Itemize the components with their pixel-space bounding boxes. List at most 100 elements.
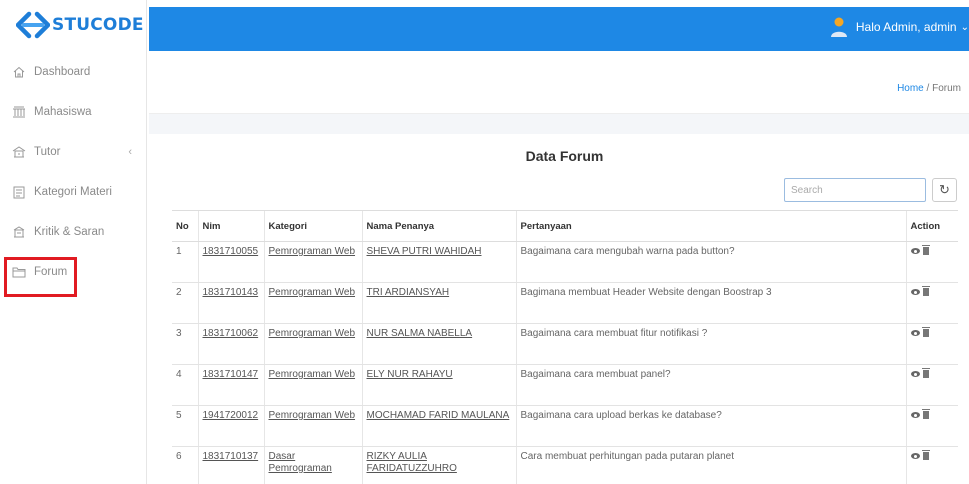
cell-no: 5 bbox=[172, 405, 198, 447]
breadcrumb: Home / Forum bbox=[897, 83, 961, 94]
user-avatar-icon bbox=[830, 17, 847, 37]
sidebar-item-mahasiswa[interactable]: Mahasiswa bbox=[0, 92, 146, 132]
breadcrumb-home-link[interactable]: Home bbox=[897, 83, 924, 94]
cell-pertanyaan: Bagaimana cara membuat fitur notifikasi … bbox=[515, 323, 906, 365]
view-icon[interactable] bbox=[910, 371, 920, 377]
view-icon[interactable] bbox=[910, 330, 920, 336]
cell-kategori[interactable]: Dasar Pemrograman bbox=[263, 446, 362, 484]
trash-icon[interactable] bbox=[921, 245, 930, 255]
cell-nim[interactable]: 1831710137 bbox=[197, 446, 264, 484]
feedback-icon bbox=[13, 226, 25, 238]
table-row: 1 1831710055 Pemrograman Web SHEVA PUTRI… bbox=[172, 241, 958, 283]
cell-action bbox=[905, 241, 958, 283]
cell-kategori[interactable]: Pemrograman Web bbox=[263, 323, 362, 365]
sidebar-item-label: Kategori Materi bbox=[34, 186, 112, 198]
trash-icon[interactable] bbox=[921, 327, 930, 337]
chevron-down-icon: ⌄ bbox=[960, 21, 969, 33]
logo[interactable]: STUCODE bbox=[0, 0, 146, 50]
sidebar-item-label: Forum bbox=[34, 266, 68, 278]
view-icon[interactable] bbox=[910, 453, 920, 459]
cell-nama[interactable]: TRI ARDIANSYAH bbox=[361, 282, 516, 324]
cell-kategori[interactable]: Pemrograman Web bbox=[263, 405, 362, 447]
logo-mark-icon bbox=[16, 11, 50, 39]
cell-action bbox=[905, 364, 958, 406]
sidebar-nav: Dashboard Mahasiswa Tutor ‹ Kategori Mat… bbox=[0, 52, 146, 292]
refresh-button[interactable]: ↻ bbox=[932, 178, 957, 202]
table-row: 2 1831710143 Pemrograman Web TRI ARDIANS… bbox=[172, 282, 958, 324]
trash-icon[interactable] bbox=[921, 409, 930, 419]
view-icon[interactable] bbox=[910, 248, 920, 254]
view-icon[interactable] bbox=[910, 289, 920, 295]
cell-nim[interactable]: 1831710147 bbox=[197, 364, 264, 406]
cell-no: 2 bbox=[172, 282, 198, 324]
column-header-action: Action bbox=[905, 210, 958, 242]
column-header-no[interactable]: No bbox=[172, 210, 198, 242]
chevron-left-icon[interactable]: ‹ bbox=[128, 146, 132, 158]
calendar-icon bbox=[13, 186, 25, 199]
breadcrumb-current: Forum bbox=[932, 83, 961, 94]
user-menu[interactable]: Halo Admin, admin ⌄ bbox=[830, 16, 969, 38]
search-input[interactable] bbox=[784, 178, 926, 202]
cell-nama[interactable]: SHEVA PUTRI WAHIDAH bbox=[361, 241, 516, 283]
sidebar-item-dashboard[interactable]: Dashboard bbox=[0, 52, 146, 92]
cell-nim[interactable]: 1831710062 bbox=[197, 323, 264, 365]
table-header-row: No Nim Kategori Nama Penanya Pertanyaan … bbox=[172, 210, 958, 242]
cell-no: 3 bbox=[172, 323, 198, 365]
table-row: 6 1831710137 Dasar Pemrograman RIZKY AUL… bbox=[172, 446, 958, 484]
cell-pertanyaan: Bagaimana cara mengubah warna pada butto… bbox=[515, 241, 906, 283]
cell-nama[interactable]: MOCHAMAD FARID MAULANA bbox=[361, 405, 516, 447]
column-header-nama-penanya[interactable]: Nama Penanya bbox=[361, 210, 516, 242]
column-header-kategori[interactable]: Kategori bbox=[263, 210, 362, 242]
cell-no: 6 bbox=[172, 446, 198, 484]
page-title: Data Forum bbox=[525, 148, 604, 164]
topbar: Halo Admin, admin ⌄ bbox=[149, 7, 969, 51]
sidebar-item-tutor[interactable]: Tutor ‹ bbox=[0, 132, 146, 172]
cell-action bbox=[905, 446, 958, 484]
cell-pertanyaan: Bagaimana cara upload berkas ke database… bbox=[515, 405, 906, 447]
sidebar-item-label: Dashboard bbox=[34, 66, 91, 78]
cell-action bbox=[905, 282, 958, 324]
trash-icon[interactable] bbox=[921, 368, 930, 378]
forum-table: No Nim Kategori Nama Penanya Pertanyaan … bbox=[172, 210, 958, 484]
tutor-icon bbox=[12, 146, 26, 158]
cell-kategori[interactable]: Pemrograman Web bbox=[263, 282, 362, 324]
sidebar-item-label: Kritik & Saran bbox=[34, 226, 105, 238]
cell-pertanyaan: Bagaimana cara membuat panel? bbox=[515, 364, 906, 406]
sidebar-item-label: Tutor bbox=[34, 146, 61, 158]
column-header-pertanyaan[interactable]: Pertanyaan bbox=[515, 210, 906, 242]
cell-nim[interactable]: 1831710055 bbox=[197, 241, 264, 283]
content-gap bbox=[149, 114, 969, 134]
cell-kategori[interactable]: Pemrograman Web bbox=[263, 241, 362, 283]
trash-icon[interactable] bbox=[921, 286, 930, 296]
sidebar: STUCODE Dashboard Mahasiswa Tutor ‹ Kate… bbox=[0, 0, 147, 484]
sidebar-item-forum[interactable]: Forum bbox=[0, 252, 146, 292]
forum-card: Data Forum ↻ No Nim Kategori Nama Penany… bbox=[160, 134, 969, 484]
cell-nim[interactable]: 1941720012 bbox=[197, 405, 264, 447]
sidebar-item-kategori-materi[interactable]: Kategori Materi bbox=[0, 172, 146, 212]
students-icon bbox=[13, 106, 25, 118]
cell-no: 1 bbox=[172, 241, 198, 283]
column-header-nim[interactable]: Nim bbox=[197, 210, 264, 242]
cell-nama[interactable]: ELY NUR RAHAYU bbox=[361, 364, 516, 406]
sidebar-item-label: Mahasiswa bbox=[34, 106, 92, 118]
cell-nim[interactable]: 1831710143 bbox=[197, 282, 264, 324]
folder-icon bbox=[12, 267, 26, 278]
cell-pertanyaan: Bagimana membuat Header Website dengan B… bbox=[515, 282, 906, 324]
sidebar-item-kritik-saran[interactable]: Kritik & Saran bbox=[0, 212, 146, 252]
cell-no: 4 bbox=[172, 364, 198, 406]
cell-nama[interactable]: RIZKY AULIA FARIDATUZZUHRO bbox=[361, 446, 516, 484]
home-icon bbox=[13, 66, 25, 78]
cell-nama[interactable]: NUR SALMA NABELLA bbox=[361, 323, 516, 365]
trash-icon[interactable] bbox=[921, 450, 930, 460]
table-row: 3 1831710062 Pemrograman Web NUR SALMA N… bbox=[172, 323, 958, 365]
cell-action bbox=[905, 323, 958, 365]
view-icon[interactable] bbox=[910, 412, 920, 418]
table-row: 5 1941720012 Pemrograman Web MOCHAMAD FA… bbox=[172, 405, 958, 447]
breadcrumb-bar: Home / Forum bbox=[149, 51, 969, 114]
table-row: 4 1831710147 Pemrograman Web ELY NUR RAH… bbox=[172, 364, 958, 406]
cell-kategori[interactable]: Pemrograman Web bbox=[263, 364, 362, 406]
user-greeting: Halo Admin, admin bbox=[855, 20, 957, 34]
brand-name: STUCODE bbox=[52, 15, 144, 35]
breadcrumb-separator: / bbox=[923, 83, 933, 94]
cell-pertanyaan: Cara membuat perhitungan pada putaran pl… bbox=[515, 446, 906, 484]
